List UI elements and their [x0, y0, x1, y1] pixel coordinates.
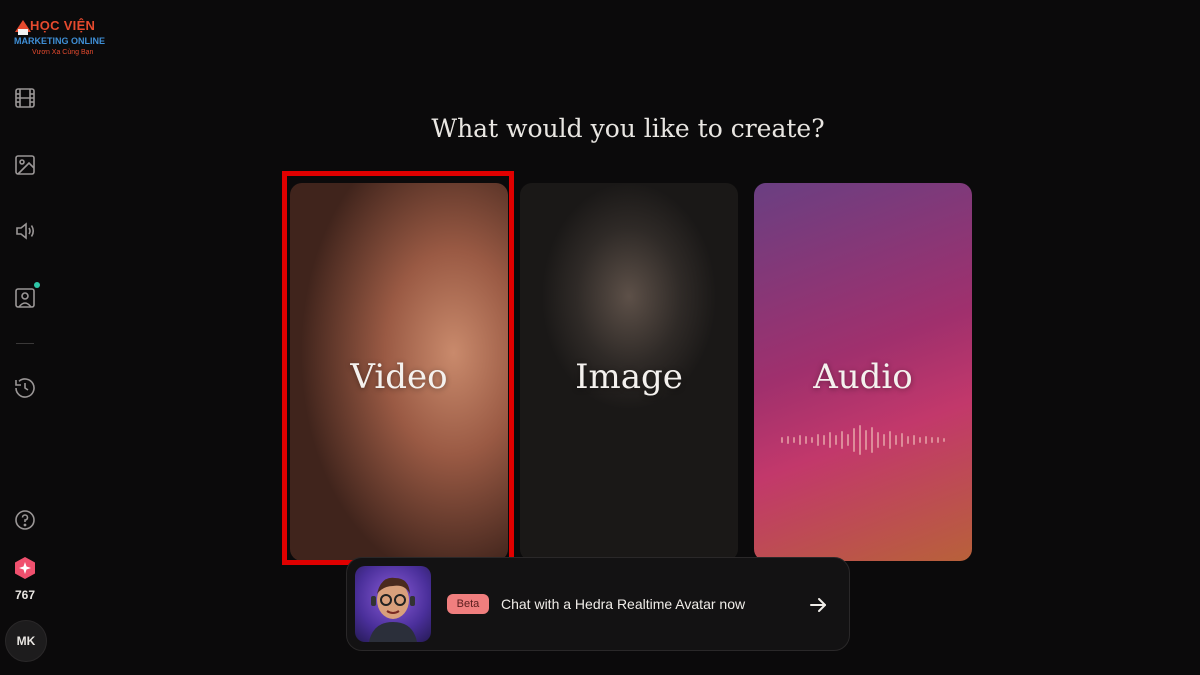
logo-tagline: Vươn Xa Cùng Bạn	[32, 49, 94, 56]
sidebar-item-video[interactable]	[13, 86, 37, 110]
sidebar-item-audio[interactable]	[13, 219, 37, 243]
logo-subtitle: MARKETING ONLINE	[14, 36, 105, 46]
sidebar: HỌC VIỆN MARKETING ONLINE Vươn Xa Cùng B…	[0, 0, 105, 675]
audio-waveform-icon	[781, 425, 945, 455]
sidebar-item-history[interactable]	[13, 376, 37, 400]
help-button[interactable]	[13, 508, 37, 532]
history-icon	[15, 378, 35, 398]
create-card-audio[interactable]: Audio	[754, 183, 972, 561]
card-label-video: Video	[350, 357, 448, 397]
credits-count: 767	[14, 588, 36, 602]
audio-icon	[16, 222, 35, 240]
chat-banner-text: Chat with a Hedra Realtime Avatar now	[501, 596, 746, 612]
video-icon	[15, 88, 35, 108]
create-card-image[interactable]: Image	[520, 183, 738, 561]
beta-badge: Beta	[447, 594, 489, 614]
credits-button[interactable]	[13, 556, 37, 580]
card-label-audio: Audio	[813, 357, 913, 397]
credits-icon	[15, 557, 35, 579]
arrow-right-icon[interactable]	[807, 594, 829, 616]
avatar-thumbnail	[355, 566, 431, 642]
chat-avatar-banner[interactable]: Beta Chat with a Hedra Realtime Avatar n…	[346, 557, 850, 651]
page-heading: What would you like to create?	[431, 114, 825, 143]
cartoon-avatar-icon	[369, 577, 417, 642]
sidebar-divider	[16, 343, 34, 344]
user-avatar[interactable]: MK	[5, 620, 47, 662]
avatar-portrait-icon	[15, 288, 35, 308]
logo-title: HỌC VIỆN	[30, 18, 96, 33]
notification-dot	[34, 282, 40, 288]
image-icon	[15, 155, 35, 175]
card-label-image: Image	[575, 357, 683, 397]
sidebar-item-image[interactable]	[13, 153, 37, 177]
help-icon	[15, 510, 35, 530]
create-card-video[interactable]: Video	[290, 183, 508, 561]
sidebar-item-avatar[interactable]	[13, 286, 37, 310]
logo: HỌC VIỆN MARKETING ONLINE Vươn Xa Cùng B…	[10, 14, 120, 58]
